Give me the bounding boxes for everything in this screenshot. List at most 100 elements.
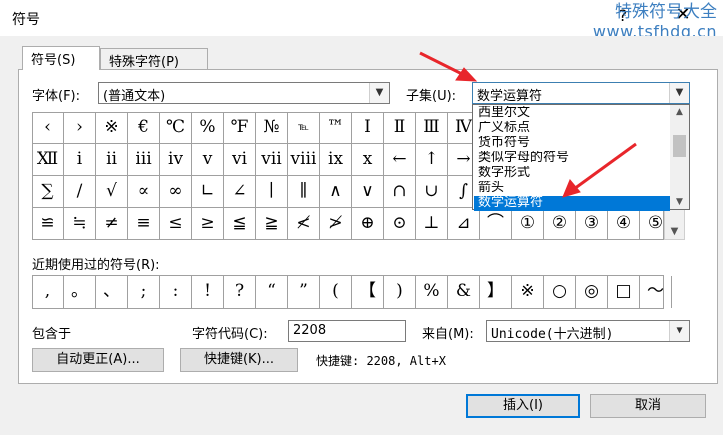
recent-symbol-cell[interactable]: 】	[480, 276, 512, 308]
symbol-cell[interactable]: ⅲ	[128, 144, 160, 176]
symbol-cell[interactable]: ⅷ	[288, 144, 320, 176]
symbol-cell[interactable]: ③	[576, 208, 608, 240]
chevron-down-icon[interactable]: ▼	[669, 83, 689, 103]
recent-symbol-cell[interactable]: !	[192, 276, 224, 308]
symbol-cell[interactable]: ⅱ	[96, 144, 128, 176]
symbol-cell[interactable]: ≯	[320, 208, 352, 240]
subset-option[interactable]: 箭头	[474, 181, 670, 196]
symbol-cell[interactable]: ∑	[32, 176, 64, 208]
symbol-cell[interactable]: ⊙	[384, 208, 416, 240]
symbol-cell[interactable]: ≥	[192, 208, 224, 240]
subset-dropdown-list[interactable]: ▲ ▼ 西里尔文 广义标点 货币符号 类似字母的符号 数字形式 箭头 数学运算符	[472, 104, 690, 211]
cancel-button[interactable]: 取消	[590, 394, 706, 418]
symbol-cell[interactable]: ⅵ	[224, 144, 256, 176]
symbol-cell[interactable]: Ⅰ	[352, 112, 384, 144]
symbol-cell[interactable]: Ⅱ	[384, 112, 416, 144]
symbol-cell[interactable]: ≧	[256, 208, 288, 240]
recent-symbol-cell[interactable]: ～	[640, 276, 672, 308]
symbol-cell[interactable]: ℃	[160, 112, 192, 144]
autocorrect-button[interactable]: 自动更正(A)...	[32, 348, 164, 372]
symbol-cell[interactable]: ≌	[32, 208, 64, 240]
subset-option[interactable]: 货币符号	[474, 136, 670, 151]
symbol-cell[interactable]: ‹	[32, 112, 64, 144]
symbol-cell[interactable]: ≤	[160, 208, 192, 240]
symbol-cell[interactable]: ≮	[288, 208, 320, 240]
recent-symbol-cell[interactable]: :	[160, 276, 192, 308]
subset-option[interactable]: 数字形式	[474, 166, 670, 181]
symbol-cell[interactable]: №	[256, 112, 288, 144]
symbol-cell[interactable]: ›	[64, 112, 96, 144]
font-select[interactable]: (普通文本) ▼	[98, 82, 390, 104]
symbol-cell[interactable]: ™	[320, 112, 352, 144]
symbol-cell[interactable]: ∥	[288, 176, 320, 208]
symbol-cell[interactable]: ⌒	[480, 208, 512, 240]
recent-symbol-cell[interactable]: (	[320, 276, 352, 308]
symbol-cell[interactable]: Ⅻ	[32, 144, 64, 176]
symbol-cell[interactable]: ⅰ	[64, 144, 96, 176]
symbol-cell[interactable]: ←	[384, 144, 416, 176]
char-code-input[interactable]: 2208	[288, 320, 406, 342]
recent-symbol-cell[interactable]: “	[256, 276, 288, 308]
symbol-cell[interactable]: ∨	[352, 176, 384, 208]
symbol-cell[interactable]: ∩	[384, 176, 416, 208]
symbol-cell[interactable]: ⅹ	[352, 144, 384, 176]
recent-symbol-cell[interactable]: &	[448, 276, 480, 308]
subset-select[interactable]: 数学运算符 ▼	[472, 82, 690, 104]
recent-symbol-cell[interactable]: %	[416, 276, 448, 308]
symbol-cell[interactable]: ⅳ	[160, 144, 192, 176]
symbol-cell[interactable]: ⊿	[448, 208, 480, 240]
dropdown-scrollbar[interactable]: ▲ ▼	[670, 105, 689, 209]
chevron-up-icon[interactable]: ▲	[670, 107, 689, 117]
scrollbar-thumb[interactable]	[673, 135, 686, 157]
chevron-down-icon[interactable]: ▼	[669, 321, 689, 341]
symbol-cell[interactable]: ∧	[320, 176, 352, 208]
recent-symbol-cell[interactable]: ;	[128, 276, 160, 308]
shortcut-key-button[interactable]: 快捷键(K)...	[180, 348, 298, 372]
recent-symbol-cell[interactable]: ※	[512, 276, 544, 308]
tab-special-characters[interactable]: 特殊字符(P)	[100, 48, 208, 70]
recent-symbol-cell[interactable]: ?	[224, 276, 256, 308]
symbol-cell[interactable]: ℡	[288, 112, 320, 144]
symbol-cell[interactable]: ∝	[128, 176, 160, 208]
symbol-cell[interactable]: ∕	[64, 176, 96, 208]
symbol-cell[interactable]: ※	[96, 112, 128, 144]
recent-symbol-cell[interactable]: )	[384, 276, 416, 308]
recent-symbol-cell[interactable]: ◎	[576, 276, 608, 308]
recent-symbol-cell[interactable]: 。	[64, 276, 96, 308]
chevron-down-icon[interactable]: ▼	[670, 197, 689, 207]
symbol-cell[interactable]: ∞	[160, 176, 192, 208]
symbol-cell[interactable]: %	[192, 112, 224, 144]
symbol-cell[interactable]: ∠	[224, 176, 256, 208]
subset-option[interactable]: 广义标点	[474, 121, 670, 136]
symbol-cell[interactable]: Ⅲ	[416, 112, 448, 144]
subset-option[interactable]: 类似字母的符号	[474, 151, 670, 166]
recent-symbol-cell[interactable]: ○	[544, 276, 576, 308]
symbol-cell[interactable]: ①	[512, 208, 544, 240]
tab-symbols[interactable]: 符号(S)	[22, 46, 100, 70]
insert-button[interactable]: 插入(I)	[466, 394, 580, 418]
symbol-cell[interactable]: ⊥	[416, 208, 448, 240]
recent-symbol-cell[interactable]: 、	[96, 276, 128, 308]
symbol-cell[interactable]: ≒	[64, 208, 96, 240]
chevron-down-icon[interactable]: ▼	[369, 83, 389, 103]
recent-symbol-cell[interactable]: ,	[32, 276, 64, 308]
subset-option[interactable]: 西里尔文	[474, 106, 670, 121]
symbol-cell[interactable]: ℉	[224, 112, 256, 144]
recent-symbol-cell[interactable]: 【	[352, 276, 384, 308]
symbol-cell[interactable]: ∪	[416, 176, 448, 208]
chevron-down-icon[interactable]: ▼	[665, 226, 684, 237]
symbol-cell[interactable]: ↑	[416, 144, 448, 176]
symbol-cell[interactable]: ≡	[128, 208, 160, 240]
symbol-cell[interactable]: ⅴ	[192, 144, 224, 176]
symbol-cell[interactable]: ⅸ	[320, 144, 352, 176]
symbol-cell[interactable]: √	[96, 176, 128, 208]
subset-option[interactable]: 数学运算符	[474, 196, 670, 211]
recent-symbol-cell[interactable]: □	[608, 276, 640, 308]
symbol-cell[interactable]: €	[128, 112, 160, 144]
symbol-cell[interactable]: ∟	[192, 176, 224, 208]
symbol-cell[interactable]: ②	[544, 208, 576, 240]
symbol-cell[interactable]: ≦	[224, 208, 256, 240]
from-select[interactable]: Unicode(十六进制) ▼	[486, 320, 690, 342]
symbol-cell[interactable]: ⅶ	[256, 144, 288, 176]
symbol-cell[interactable]: ⊕	[352, 208, 384, 240]
